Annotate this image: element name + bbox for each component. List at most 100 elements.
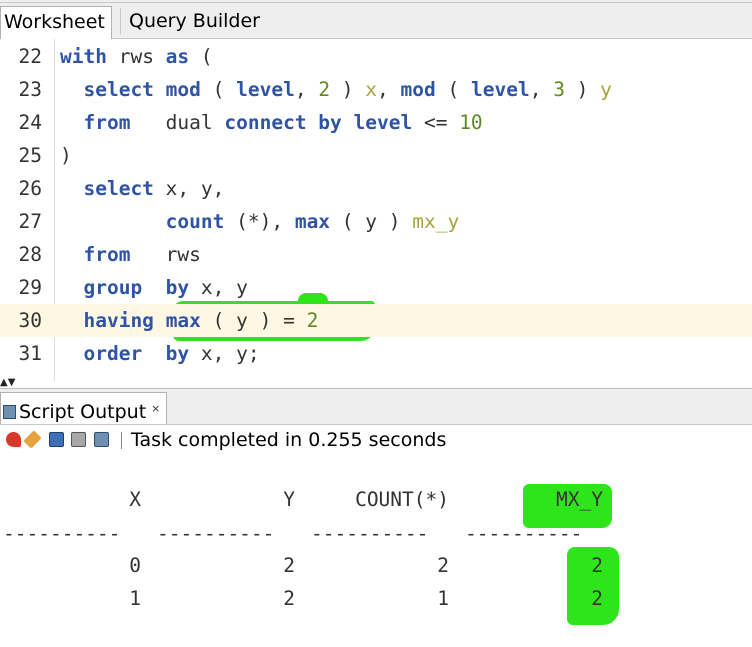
code-text: with rws as ( [60,40,213,73]
table-cell: 2 [283,554,295,577]
table-cell: 2 [437,554,449,577]
code-token: having [83,309,154,332]
line-number: 24 [18,111,42,134]
table-cell: 0 [129,554,141,577]
code-token: ( [189,45,213,68]
code-token: max [165,309,201,332]
tab-worksheet[interactable]: Worksheet [0,6,112,39]
status-text: Task completed in 0.255 seconds [131,429,447,451]
column-header: COUNT(*) [355,488,449,511]
code-text: having max ( y ) = 2 [60,304,318,337]
column-header: Y [283,488,295,511]
table-cell: 2 [591,554,603,577]
editor-scroll-arrows-icon[interactable]: ▲▼ [0,378,15,388]
code-text: group by x, y [60,271,247,304]
code-token: , [294,78,319,101]
code-token: ) [330,78,366,101]
code-line[interactable]: 28 from rws [0,238,752,271]
code-token: rws [106,45,166,68]
tab-query-builder[interactable]: Query Builder [126,6,263,37]
code-token: max [294,210,331,233]
code-line[interactable]: 26 select x, y, [0,172,752,205]
code-token: level [236,78,295,101]
code-token: with [60,45,107,68]
code-line[interactable]: 23 select mod ( level, 2 ) x, mod ( leve… [0,73,752,106]
column-separator: ---------- [157,522,275,545]
sql-editor[interactable]: 22 with rws as (23 select mod ( level, 2 … [0,39,752,381]
code-text: from dual connect by level <= 10 [60,106,482,139]
code-token: , [377,78,401,101]
column-header: MX_Y [556,488,603,511]
eraser-icon[interactable] [23,430,42,449]
line-number: 22 [18,45,42,68]
code-token: 3 [553,78,565,101]
code-token: group [83,276,143,299]
code-token: ) [60,144,72,167]
code-token: ( y ) [330,210,413,233]
line-number: 26 [18,177,42,200]
code-token: from [83,111,131,134]
table-cell: 1 [129,587,141,610]
column-separator: ---------- [3,522,121,545]
code-token: ( [200,78,237,101]
close-icon[interactable]: × [151,402,160,415]
toolbar-separator [121,432,122,449]
line-number: 30 [18,309,42,332]
line-number: 31 [18,342,42,365]
code-token: level [471,78,530,101]
code-text: select x, y, [60,172,224,205]
table-cell: 2 [591,587,603,610]
code-line[interactable]: 31 order by x, y; [0,337,752,370]
code-line[interactable]: 25) [0,139,752,172]
code-line[interactable]: 29 group by x, y [0,271,752,304]
code-token: as [165,45,190,68]
code-text: order by x, y; [60,337,259,370]
table-cell: 2 [283,587,295,610]
code-token: ( y ) = [200,309,307,332]
editor-tab-bar: Worksheet Query Builder [0,0,752,39]
code-token: from [83,243,131,266]
results-grid: X Y COUNT(*) MX_Y ---------- ---------- ------… [0,456,752,647]
code-token: 2 [306,309,319,332]
output-tab-bar: Script Output × [0,389,752,425]
code-token: dual [130,111,225,134]
code-line[interactable]: 24 from dual connect by level <= 10 [0,106,752,139]
code-token: ) [564,78,601,101]
code-token: (*), [224,210,295,233]
print-icon[interactable] [71,432,86,447]
code-line[interactable]: 27 count (*), max ( y ) mx_y [0,205,752,238]
code-line[interactable]: 22 with rws as ( [0,40,752,73]
line-number: 28 [18,243,42,266]
code-line[interactable]: 30 having max ( y ) = 2 [0,304,752,337]
tab-script-output[interactable]: Script Output × [0,392,168,424]
code-token: by [165,342,190,365]
line-number: 29 [18,276,42,299]
code-token: 2 [318,78,331,101]
code-token: count [165,210,225,233]
code-token: y [600,78,612,101]
save-icon[interactable] [49,432,64,447]
code-token: <= [412,111,460,134]
file-icon[interactable] [94,432,109,447]
script-output-icon [3,405,16,419]
code-token: by [165,276,190,299]
script-output-label: Script Output [19,401,147,423]
code-token: rws [130,243,201,266]
code-token: x, y, [153,177,225,200]
code-token: x [365,78,378,101]
code-text: from rws [60,238,201,271]
pin-icon[interactable] [6,432,21,447]
line-number: 27 [18,210,42,233]
column-header: X [129,488,141,511]
code-token: order [83,342,143,365]
code-token: mod [400,78,436,101]
